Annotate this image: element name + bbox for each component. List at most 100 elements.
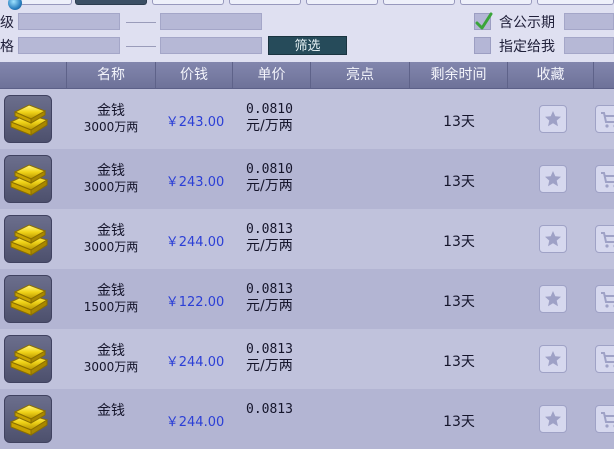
- favorite-button[interactable]: [539, 285, 567, 313]
- gold-bars-icon[interactable]: [4, 95, 52, 143]
- gold-bars-icon[interactable]: [4, 335, 52, 383]
- item-price: ￥244.00: [165, 355, 225, 370]
- buy-button[interactable]: [595, 285, 614, 313]
- buy-button[interactable]: [595, 405, 614, 433]
- assigned-to-me-label: 指定给我: [499, 39, 555, 55]
- unit-price-cell: 0.0813: [246, 401, 293, 418]
- remaining-time: 13天: [443, 234, 475, 250]
- tab-strip: [0, 0, 614, 5]
- checkmark-icon: [475, 12, 493, 30]
- item-name-cell: 金钱: [68, 403, 154, 419]
- item-name: 金钱: [97, 223, 125, 239]
- star-icon: [545, 291, 561, 307]
- tab[interactable]: [306, 0, 378, 5]
- header-name[interactable]: 名称: [67, 62, 156, 88]
- item-amount: 1500万两: [83, 300, 139, 314]
- unit-price-cell: 0.0813 元/万两: [246, 221, 293, 255]
- star-icon: [545, 411, 561, 427]
- unit-price-value: 0.0813: [246, 282, 293, 297]
- item-amount: 3000万两: [83, 120, 139, 134]
- table-row[interactable]: 金钱 1500万两 ￥122.00 0.0813 元/万两 13天: [0, 269, 614, 329]
- item-amount: 3000万两: [83, 180, 139, 194]
- public-period-checkbox[interactable]: [474, 12, 493, 30]
- gold-bars-icon[interactable]: [4, 395, 52, 443]
- assigned-to-me-checkbox[interactable]: [474, 37, 491, 54]
- remaining-time: 13天: [443, 114, 475, 130]
- cart-icon: [601, 112, 614, 128]
- unit-price-label: 元/万两: [246, 298, 293, 314]
- item-name: 金钱: [97, 163, 125, 179]
- price-min-input[interactable]: [18, 37, 120, 54]
- cart-icon: [601, 172, 614, 188]
- star-icon: [545, 171, 561, 187]
- price-max-input[interactable]: [160, 37, 262, 54]
- favorite-button[interactable]: [539, 105, 567, 133]
- extra-input[interactable]: [564, 13, 614, 30]
- item-price: ￥122.00: [165, 295, 225, 310]
- item-name-cell: 金钱 3000万两: [68, 343, 154, 375]
- item-amount: 3000万两: [83, 240, 139, 254]
- unit-price-label: 元/万两: [246, 238, 293, 254]
- unit-price-value: 0.0813: [246, 222, 293, 237]
- favorite-button[interactable]: [539, 225, 567, 253]
- tab[interactable]: [383, 0, 455, 5]
- item-name: 金钱: [97, 283, 125, 299]
- table-row[interactable]: 金钱 3000万两 ￥243.00 0.0810 元/万两 13天: [0, 149, 614, 209]
- unit-price-label: 元/万两: [246, 118, 293, 134]
- remaining-time: 13天: [443, 174, 475, 190]
- cart-icon: [601, 292, 614, 308]
- item-name-cell: 金钱 1500万两: [68, 283, 154, 315]
- table-row[interactable]: 金钱 ￥244.00 0.0813 13天: [0, 389, 614, 449]
- item-name-cell: 金钱 3000万两: [68, 103, 154, 135]
- header-remaining-time[interactable]: 剩余时间: [410, 62, 508, 88]
- level-min-input[interactable]: [18, 13, 120, 30]
- table-row[interactable]: 金钱 3000万两 ￥244.00 0.0813 元/万两 13天: [0, 209, 614, 269]
- remaining-time: 13天: [443, 294, 475, 310]
- remaining-time: 13天: [443, 354, 475, 370]
- buy-button[interactable]: [595, 165, 614, 193]
- cart-icon: [601, 232, 614, 248]
- filter-label-level: 级: [0, 15, 14, 31]
- table-row[interactable]: 金钱 3000万两 ￥244.00 0.0813 元/万两 13天: [0, 329, 614, 389]
- unit-price-value: 0.0810: [246, 102, 293, 117]
- buy-button[interactable]: [595, 105, 614, 133]
- tab[interactable]: [152, 0, 224, 5]
- item-price: ￥243.00: [165, 115, 225, 130]
- star-icon: [545, 111, 561, 127]
- range-dash: [126, 22, 156, 23]
- tab[interactable]: [20, 0, 72, 5]
- favorite-button[interactable]: [539, 165, 567, 193]
- extra-input[interactable]: [564, 37, 614, 54]
- item-name: 金钱: [97, 343, 125, 359]
- cart-icon: [601, 412, 614, 428]
- gold-bars-icon[interactable]: [4, 275, 52, 323]
- header-price[interactable]: 价钱: [156, 62, 233, 88]
- header-unit-price[interactable]: 单价: [233, 62, 311, 88]
- header-favorite: 收藏: [508, 62, 594, 88]
- filter-button[interactable]: 筛选: [268, 36, 347, 55]
- range-dash: [126, 46, 156, 47]
- table-row[interactable]: 金钱 3000万两 ￥243.00 0.0810 元/万两 13天: [0, 89, 614, 149]
- tab[interactable]: [460, 0, 532, 5]
- unit-price-cell: 0.0810 元/万两: [246, 161, 293, 195]
- header-thumb: [0, 62, 67, 88]
- tab-active[interactable]: [75, 0, 147, 5]
- level-max-input[interactable]: [160, 13, 262, 30]
- buy-button[interactable]: [595, 225, 614, 253]
- unit-price-cell: 0.0813 元/万两: [246, 281, 293, 315]
- star-icon: [545, 351, 561, 367]
- tab[interactable]: [229, 0, 301, 5]
- gold-bars-icon[interactable]: [4, 215, 52, 263]
- item-name-cell: 金钱 3000万两: [68, 223, 154, 255]
- header-highlight: 亮点: [311, 62, 410, 88]
- favorite-button[interactable]: [539, 345, 567, 373]
- filter-panel: 级 格 筛选 含公示期 指定给我: [0, 0, 614, 62]
- item-name-cell: 金钱 3000万两: [68, 163, 154, 195]
- unit-price-value: 0.0810: [246, 162, 293, 177]
- favorite-button[interactable]: [539, 405, 567, 433]
- item-price: ￥244.00: [165, 235, 225, 250]
- table-header: 名称 价钱 单价 亮点 剩余时间 收藏: [0, 62, 614, 89]
- buy-button[interactable]: [595, 345, 614, 373]
- gold-bars-icon[interactable]: [4, 155, 52, 203]
- tab[interactable]: [537, 0, 614, 5]
